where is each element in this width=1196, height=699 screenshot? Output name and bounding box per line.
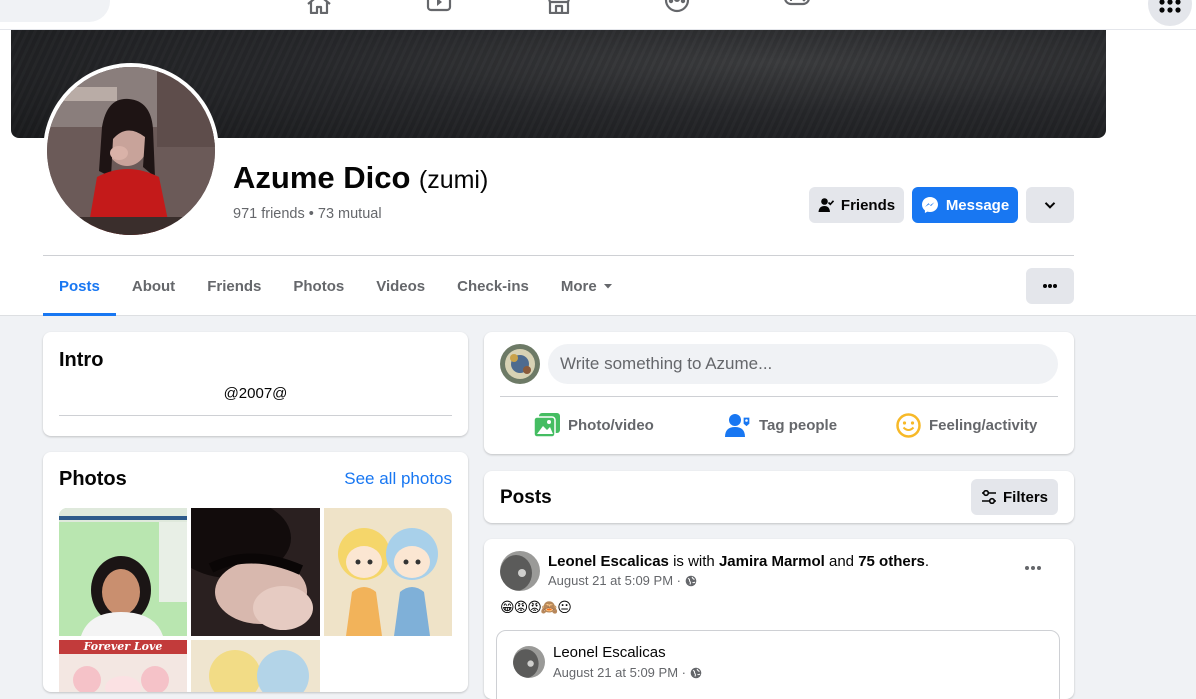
profile-picture	[47, 67, 215, 235]
post-author-avatar[interactable]	[500, 551, 540, 591]
profile-nickname: (zumi)	[418, 166, 489, 194]
intro-title: Intro	[59, 349, 104, 371]
tag-people-button[interactable]: Tag people	[725, 410, 837, 440]
shared-post[interactable]: Leonel Escalicas August 21 at 5:09 PM ·	[496, 630, 1060, 699]
filters-label: Filters	[1002, 488, 1048, 506]
photo-thumbnail[interactable]	[191, 640, 320, 692]
post-author-name[interactable]: Leonel Escalicas	[548, 553, 669, 570]
tab-more-label: More	[560, 277, 597, 295]
posts-section-title: Posts	[500, 487, 552, 508]
tabs-more-options-button[interactable]	[1026, 268, 1074, 304]
friends-summary[interactable]: 971 friends • 73 mutual	[233, 206, 382, 222]
post-text: 😁😡😡🙈😐	[500, 600, 572, 616]
photo-thumbnail[interactable]	[324, 508, 452, 636]
photo-video-button[interactable]: Photo/video	[534, 410, 654, 440]
profile-avatar[interactable]	[43, 63, 219, 239]
globe-icon	[685, 575, 697, 586]
gaming-icon[interactable]	[783, 0, 813, 14]
shared-post-author[interactable]: Leonel Escalicas	[553, 644, 666, 661]
photo-caption: Forever Love	[83, 640, 163, 653]
caret-down-icon	[603, 284, 612, 289]
post-meta: August 21 at 5:09 PM ·	[548, 573, 697, 588]
shared-post-author-avatar[interactable]	[513, 646, 545, 678]
tab-posts[interactable]: Posts	[43, 256, 116, 316]
tab-about[interactable]: About	[116, 256, 191, 316]
message-button-label: Message	[945, 196, 1010, 214]
feeling-activity-label: Feeling/activity	[929, 416, 1038, 434]
profile-header: Azume Dico (zumi) 971 friends • 73 mutua…	[0, 30, 1196, 316]
shared-post-meta: August 21 at 5:09 PM ·	[553, 665, 702, 680]
tab-posts-label: Posts	[59, 277, 100, 295]
ellipsis-icon	[1043, 284, 1057, 288]
top-navigation-bar	[0, 0, 1196, 30]
post-timestamp[interactable]: August 21 at 5:09 PM ·	[548, 573, 681, 588]
tab-photos-label: Photos	[293, 277, 345, 295]
post-header-line: Leonel Escalicas is with Jamira Marmol a…	[548, 553, 929, 570]
tag-people-icon	[725, 414, 751, 437]
tab-more[interactable]: More	[545, 256, 629, 316]
current-user-avatar[interactable]	[500, 344, 540, 384]
post-others-link[interactable]: 75 others	[858, 553, 925, 570]
post-options-button[interactable]	[1024, 565, 1042, 571]
tab-about-label: About	[131, 277, 176, 295]
post-is-with: is with	[673, 553, 715, 570]
photo-thumbnail[interactable]	[59, 508, 187, 636]
profile-name-row: Azume Dico (zumi)	[233, 160, 488, 196]
groups-icon[interactable]	[663, 0, 693, 14]
composer-divider	[500, 396, 1058, 397]
profile-options-dropdown[interactable]	[1026, 187, 1074, 223]
posts-header-card: Posts Filters	[484, 471, 1074, 523]
tag-people-label: Tag people	[759, 416, 838, 434]
intro-card: Intro @2007@	[43, 332, 468, 436]
feeling-activity-button[interactable]: Feeling/activity	[896, 410, 1037, 440]
tab-check-ins[interactable]: Check-ins	[441, 256, 545, 316]
tab-videos-label: Videos	[376, 277, 426, 295]
post-period: .	[924, 553, 930, 570]
home-icon[interactable]	[305, 0, 335, 14]
messenger-icon	[921, 197, 938, 213]
photo-video-icon	[534, 413, 560, 437]
photos-title: Photos	[59, 468, 127, 490]
tab-photos[interactable]: Photos	[277, 256, 360, 316]
friends-button-label: Friends	[840, 196, 896, 214]
photos-card: Photos See all photos Forever Love	[43, 452, 468, 692]
filters-button[interactable]: Filters	[971, 479, 1058, 515]
photo-thumbnail[interactable]	[191, 508, 320, 636]
friends-button[interactable]: Friends	[809, 187, 904, 223]
intro-divider	[59, 415, 452, 416]
profile-name: Azume Dico	[233, 160, 411, 195]
post-composer-input[interactable]: Write something to Azume...	[548, 344, 1058, 384]
filters-icon	[981, 490, 996, 504]
search-bar[interactable]	[0, 0, 110, 22]
friend-check-icon	[818, 198, 834, 212]
profile-tabs: Posts About Friends Photos Videos Check-…	[43, 256, 629, 316]
post-tagged-person[interactable]: Jamira Marmol	[719, 553, 825, 570]
menu-grid-button[interactable]	[1148, 0, 1192, 26]
watch-icon[interactable]	[425, 0, 455, 14]
chevron-down-icon	[1044, 202, 1056, 209]
shared-post-timestamp[interactable]: August 21 at 5:09 PM ·	[553, 665, 686, 680]
tab-videos[interactable]: Videos	[360, 256, 441, 316]
photo-video-label: Photo/video	[568, 416, 654, 434]
message-button[interactable]: Message	[912, 187, 1018, 223]
grid-menu-icon	[1159, 0, 1181, 13]
tab-check-ins-label: Check-ins	[457, 277, 529, 295]
post-card: Leonel Escalicas is with Jamira Marmol a…	[484, 539, 1074, 699]
marketplace-icon[interactable]	[545, 0, 575, 14]
post-and: and	[829, 553, 855, 570]
tab-friends[interactable]: Friends	[191, 256, 277, 316]
smiley-icon	[896, 412, 921, 438]
post-composer-card: Write something to Azume... Photo/video …	[484, 332, 1074, 454]
globe-icon	[690, 667, 702, 678]
see-all-photos-link[interactable]: See all photos	[344, 469, 452, 489]
intro-bio: @2007@	[223, 385, 288, 402]
ellipsis-icon	[1025, 566, 1041, 570]
photo-thumbnail[interactable]: Forever Love	[59, 640, 187, 692]
tab-friends-label: Friends	[207, 277, 262, 295]
